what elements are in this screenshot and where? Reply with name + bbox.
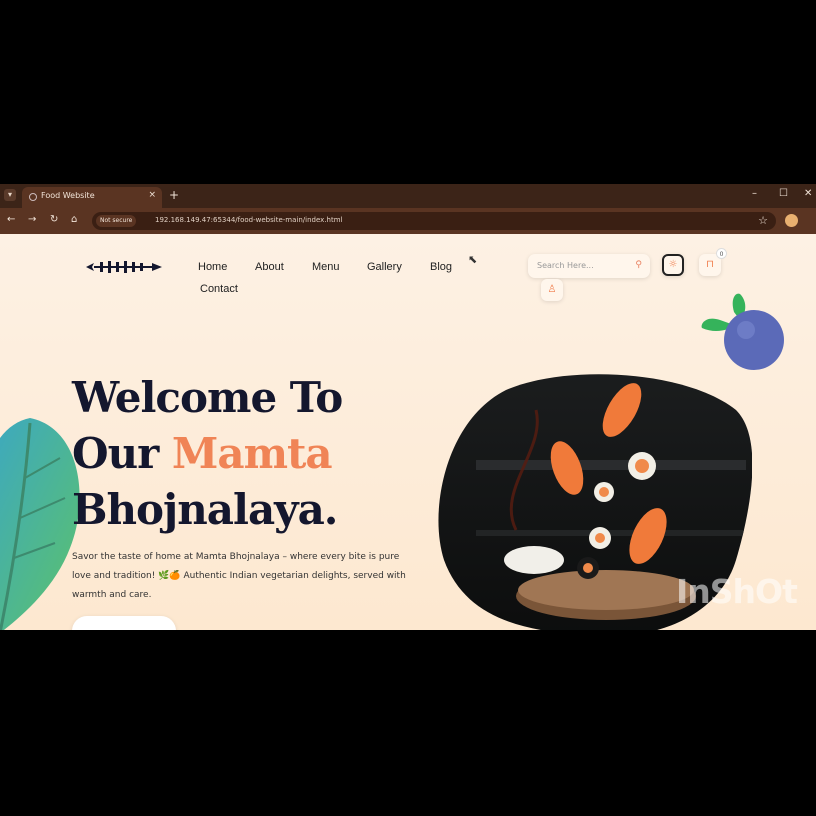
- home-button[interactable]: ⌂: [71, 214, 77, 225]
- tab-bar: ▾ Food Website × + – ☐ ✕: [0, 184, 816, 208]
- search-icon[interactable]: ⚲: [635, 260, 642, 270]
- mouse-cursor-icon: ⬉: [468, 253, 478, 266]
- hero-title-line3: Bhojnalaya.: [72, 485, 338, 534]
- blueberry-decoration-icon: [701, 293, 784, 370]
- nav-contact[interactable]: Contact: [200, 283, 238, 295]
- hero-title-line1: Welcome To: [72, 373, 343, 422]
- url-field[interactable]: Not secure 192.168.149.47:65344/food-web…: [92, 212, 776, 230]
- user-button[interactable]: ♙: [541, 279, 563, 301]
- theme-toggle-button[interactable]: ☼: [662, 254, 684, 276]
- tab-search-icon[interactable]: ▾: [4, 189, 16, 201]
- bookmark-star-icon[interactable]: ☆: [758, 214, 768, 227]
- user-icon: ♙: [547, 284, 557, 295]
- address-bar: ← → ↻ ⌂ Not secure 192.168.149.47:65344/…: [0, 208, 816, 234]
- hero-title-line2-pre: Our: [72, 429, 172, 478]
- back-button[interactable]: ←: [7, 214, 15, 225]
- nav-about[interactable]: About: [255, 261, 284, 273]
- watermark-text: InShOt: [676, 572, 798, 611]
- close-window-button[interactable]: ✕: [804, 188, 812, 199]
- nav-gallery[interactable]: Gallery: [367, 261, 402, 273]
- new-tab-button[interactable]: +: [169, 188, 179, 202]
- nav-blog[interactable]: Blog: [430, 261, 452, 273]
- globe-icon: [29, 193, 37, 201]
- search-placeholder: Search Here...: [537, 261, 594, 270]
- sun-icon: ☼: [668, 259, 678, 270]
- reload-button[interactable]: ↻: [50, 214, 58, 225]
- browser-window: ▾ Food Website × + – ☐ ✕ ← → ↻ ⌂ Not sec…: [0, 184, 816, 630]
- hero-cta-button[interactable]: [72, 616, 176, 630]
- minimize-button[interactable]: –: [752, 188, 757, 199]
- cart-count-badge: 0: [716, 248, 727, 259]
- nav-menu[interactable]: Menu: [312, 261, 340, 273]
- search-input[interactable]: Search Here... ⚲: [528, 254, 650, 278]
- web-page: Home About Menu Gallery Blog Contact ⬉ S…: [0, 234, 816, 630]
- forward-button[interactable]: →: [28, 214, 36, 225]
- hero-description: Savor the taste of home at Mamta Bhojnal…: [72, 552, 406, 600]
- not-secure-badge[interactable]: Not secure: [96, 215, 137, 227]
- tab-food-website[interactable]: Food Website ×: [22, 187, 162, 208]
- hero-title: Welcome To Our Mamta Bhojnalaya.: [72, 370, 343, 538]
- shopping-bag-icon: ⊓: [706, 259, 714, 270]
- maximize-button[interactable]: ☐: [779, 188, 788, 199]
- url-text: 192.168.149.47:65344/food-website-main/i…: [155, 216, 343, 224]
- nav-home[interactable]: Home: [198, 261, 227, 273]
- site-logo[interactable]: [86, 260, 162, 274]
- tab-title: Food Website: [41, 191, 95, 200]
- profile-avatar[interactable]: [785, 214, 798, 227]
- tab-close-icon[interactable]: ×: [148, 190, 156, 200]
- hero-title-accent: Mamta: [171, 429, 333, 478]
- hero-title-line2: Our Mamta: [72, 426, 342, 482]
